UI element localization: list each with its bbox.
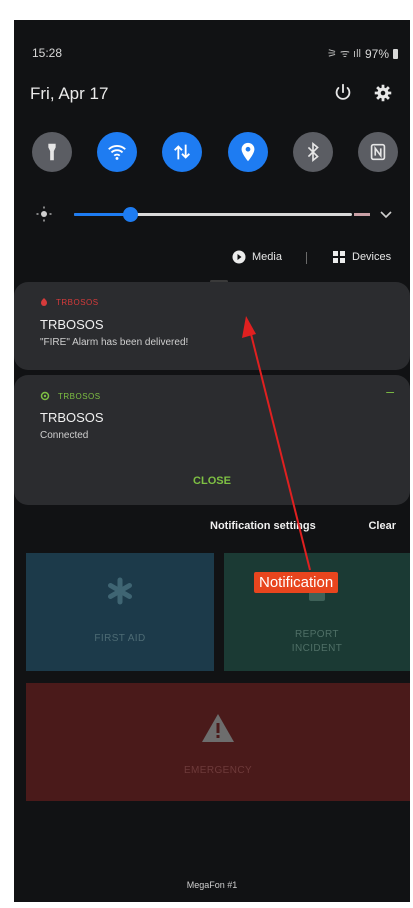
notification-app-header: TRBOSOS xyxy=(40,391,101,401)
wifi-icon xyxy=(108,145,127,160)
chevron-down-icon[interactable] xyxy=(378,206,394,222)
clear-button[interactable]: Clear xyxy=(368,520,396,532)
brightness-track[interactable] xyxy=(74,207,370,222)
brightness-thumb[interactable] xyxy=(122,207,138,222)
alarm-app-icon xyxy=(41,298,47,306)
asterisk-icon xyxy=(108,577,132,605)
first-aid-label: FIRST AID xyxy=(94,633,146,644)
notification-body: Connected xyxy=(40,430,89,441)
power-icon[interactable] xyxy=(332,82,354,104)
divider xyxy=(306,252,307,264)
notification-body: "FIRE" Alarm has been delivered! xyxy=(40,337,189,348)
status-bar: 15:28 ⚞ ᯤ ıll 97% xyxy=(30,46,398,64)
play-circle-icon xyxy=(232,250,246,264)
location-toggle[interactable] xyxy=(227,132,268,172)
wifi-toggle[interactable] xyxy=(97,132,138,172)
gear-icon[interactable] xyxy=(372,82,394,104)
emergency-label: EMERGENCY xyxy=(183,765,253,776)
brightness-icon xyxy=(36,206,52,222)
media-devices-row: Media Devices xyxy=(14,248,400,268)
brightness-slider[interactable] xyxy=(36,204,394,224)
battery-icon xyxy=(393,48,398,59)
bluetooth-toggle[interactable] xyxy=(292,132,333,172)
notification-title: TRBOSOS xyxy=(40,317,104,332)
quick-settings-row xyxy=(32,132,398,172)
brightness-fill xyxy=(74,213,130,216)
connection-app-icon xyxy=(40,391,50,401)
notification-actions: Notification settings Clear xyxy=(14,520,396,538)
collapse-icon[interactable]: – xyxy=(386,383,394,399)
mobile-data-toggle[interactable] xyxy=(162,132,203,172)
close-button[interactable]: CLOSE xyxy=(14,475,410,487)
status-indicators: ⚞ ᯤ ıll 97% xyxy=(327,46,398,61)
report-incident-tile[interactable]: REPORT INCIDENT xyxy=(224,553,410,671)
nfc-toggle[interactable] xyxy=(357,132,398,172)
bluetooth-icon xyxy=(307,142,319,162)
brightness-track-end xyxy=(354,213,370,216)
devices-label: Devices xyxy=(352,251,392,263)
data-transfer-icon xyxy=(174,144,191,160)
date-text: Fri, Apr 17 xyxy=(30,84,109,103)
notification-app-header: TRBOSOS xyxy=(40,298,99,307)
media-button[interactable]: Media xyxy=(232,250,282,264)
notification-shade: 15:28 ⚞ ᯤ ıll 97% Fri, Apr 17 Media Devi… xyxy=(14,20,410,902)
report-label-line2: INCIDENT xyxy=(291,643,343,654)
notification-settings-button[interactable]: Notification settings xyxy=(210,520,316,532)
annotation-label: Notification xyxy=(254,572,339,593)
battery-percent: 97% xyxy=(364,46,389,61)
notification-app-name: TRBOSOS xyxy=(56,298,99,307)
emergency-tile[interactable]: EMERGENCY xyxy=(26,683,410,801)
location-pin-icon xyxy=(241,142,254,162)
report-label-line1: REPORT xyxy=(295,629,339,640)
warning-icon xyxy=(202,714,234,742)
notification-connection[interactable]: TRBOSOS – TRBOSOS Connected CLOSE xyxy=(14,375,410,505)
notification-alarm[interactable]: TRBOSOS TRBOSOS "FIRE" Alarm has been de… xyxy=(14,282,410,370)
grid-icon xyxy=(333,251,345,263)
flashlight-icon xyxy=(48,143,56,161)
devices-button[interactable]: Devices xyxy=(332,250,391,264)
media-label: Media xyxy=(252,251,282,263)
carrier-name: MegaFon #1 xyxy=(186,880,238,890)
status-time: 15:28 xyxy=(32,46,63,60)
date-row: Fri, Apr 17 xyxy=(30,82,396,106)
nfc-icon xyxy=(370,143,386,161)
flashlight-toggle[interactable] xyxy=(32,132,72,172)
first-aid-tile[interactable]: FIRST AID xyxy=(26,553,214,671)
notification-app-name: TRBOSOS xyxy=(58,391,101,401)
signal-icons: ⚞ ᯤ ıll xyxy=(327,48,361,60)
notification-title: TRBOSOS xyxy=(40,410,104,425)
